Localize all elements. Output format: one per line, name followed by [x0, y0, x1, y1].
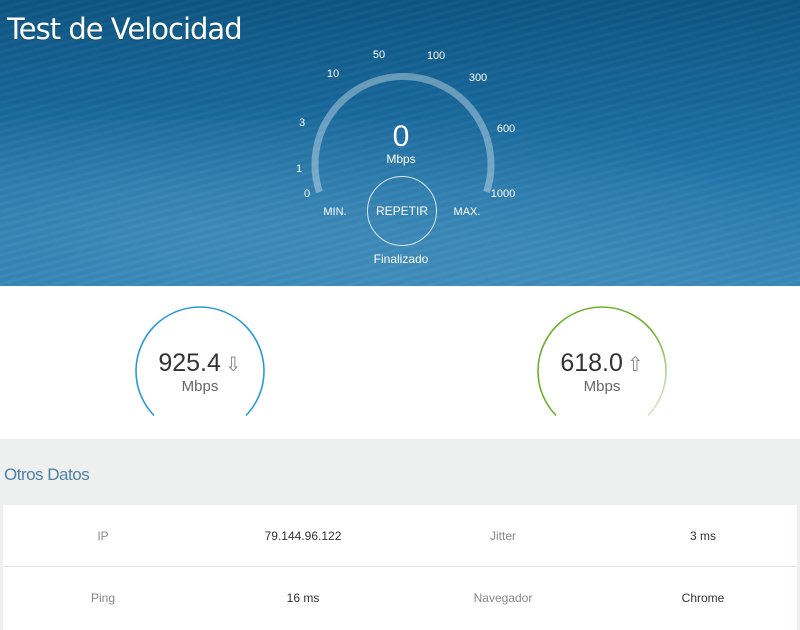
gauge-max-label: MAX. — [453, 206, 481, 218]
browser-label: Navegador — [473, 591, 533, 605]
gauge-speed-unit: Mbps — [386, 152, 416, 166]
upload-arrow-icon: ⇧ — [626, 354, 644, 376]
test-status: Finalizado — [373, 252, 429, 266]
gauge-tick-50: 50 — [372, 49, 386, 61]
gauge-tick-0: 0 — [303, 188, 311, 200]
table-row: IP 79.144.96.122 Jitter 3 ms — [3, 505, 797, 567]
gauge-tick-600: 600 — [496, 123, 516, 135]
hero-banner: Test de Velocidad 0 1 3 10 50 100 300 60… — [0, 0, 800, 286]
upload-speed-value: 618.0 — [560, 349, 623, 377]
upload-result: 618.0 ⇧ Mbps — [537, 297, 667, 427]
repeat-test-button[interactable]: REPETIR — [367, 176, 437, 246]
upload-speed-unit: Mbps — [583, 378, 621, 395]
other-data-title: Otros Datos — [4, 465, 90, 484]
download-speed-value: 925.4 — [158, 349, 221, 377]
upload-speed: 618.0 ⇧ — [537, 349, 667, 378]
ip-label: IP — [97, 529, 109, 543]
gauge-tick-1000: 1000 — [490, 188, 516, 200]
table-row: Ping 16 ms Navegador Chrome — [3, 567, 797, 630]
gauge-min-label: MIN. — [323, 206, 347, 218]
gauge-tick-100: 100 — [426, 50, 446, 62]
ping-label: Ping — [90, 591, 116, 605]
ping-value: 16 ms — [286, 591, 320, 605]
gauge-speed-value: 0 — [392, 120, 410, 153]
download-speed-unit: Mbps — [181, 378, 219, 395]
gauge-tick-300: 300 — [468, 72, 488, 84]
gauge-tick-10: 10 — [326, 68, 340, 80]
ip-value: 79.144.96.122 — [264, 529, 342, 543]
gauge-tick-1: 1 — [295, 163, 303, 175]
jitter-label: Jitter — [489, 529, 516, 543]
results-section: 925.4 ⇩ Mbps 618.0 ⇧ Mbps — [0, 286, 800, 439]
other-data-table: IP 79.144.96.122 Jitter 3 ms Ping 16 ms … — [3, 505, 797, 630]
browser-value: Chrome — [681, 591, 725, 605]
jitter-value: 3 ms — [689, 529, 716, 543]
download-arrow-icon: ⇩ — [224, 354, 242, 376]
gauge-tick-3: 3 — [298, 117, 306, 129]
other-data-section: Otros Datos IP 79.144.96.122 Jitter 3 ms… — [0, 439, 800, 630]
download-speed: 925.4 ⇩ — [135, 349, 265, 378]
download-result: 925.4 ⇩ Mbps — [135, 297, 265, 427]
